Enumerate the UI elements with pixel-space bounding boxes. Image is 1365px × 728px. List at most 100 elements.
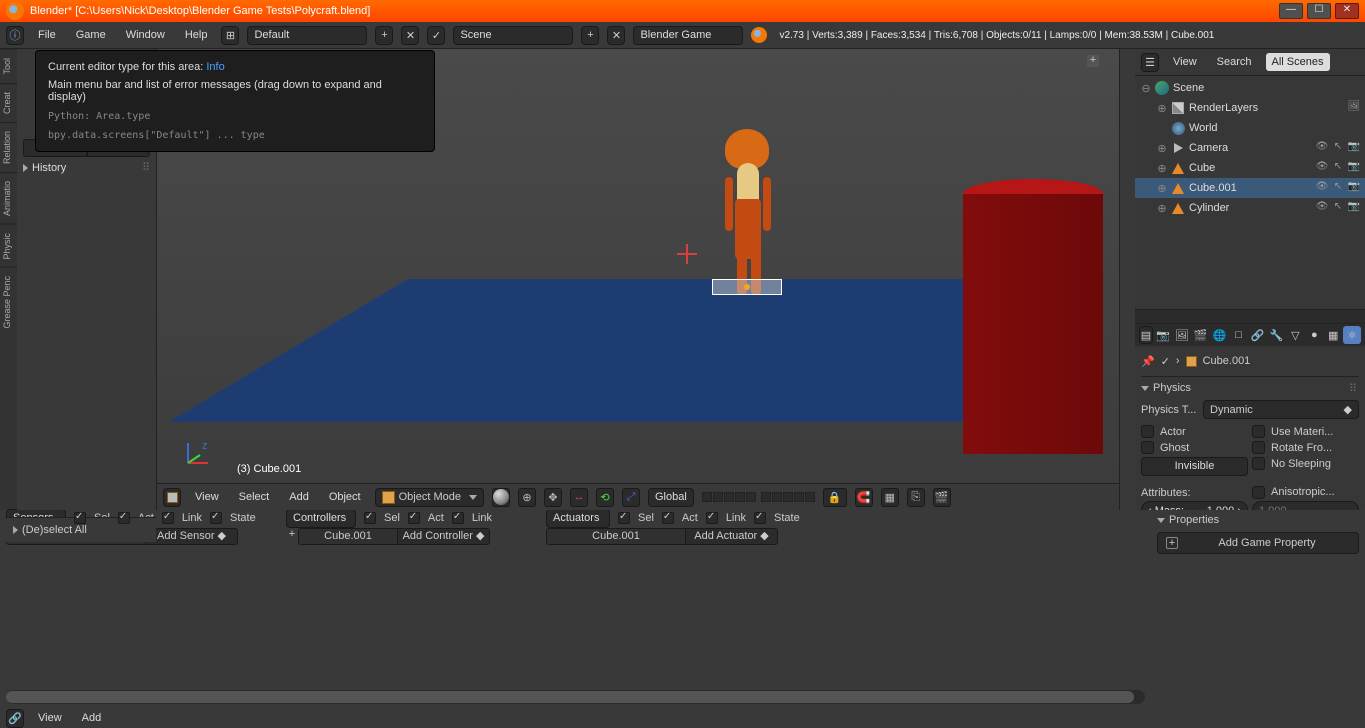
vtab-physics[interactable]: Physic	[0, 224, 17, 268]
view3d-menu-add[interactable]: Add	[283, 489, 315, 505]
delete-scene-button[interactable]: ✕	[607, 26, 625, 45]
ptab-object[interactable]: □	[1230, 326, 1248, 344]
delete-screen-button[interactable]: ✕	[401, 26, 419, 45]
editor-type-info-button[interactable]: ⓘ	[6, 26, 24, 45]
close-button[interactable]: ✕	[1335, 3, 1359, 19]
transform-orientation-dropdown[interactable]: Global	[648, 488, 694, 507]
ptab-texture[interactable]: ▦	[1324, 326, 1342, 344]
view3d-menu-view[interactable]: View	[189, 489, 225, 505]
mode-dropdown[interactable]: Object Mode	[375, 488, 484, 507]
maximize-button[interactable]: ☐	[1307, 3, 1331, 19]
mass-field[interactable]: ‹ Mass:1.000 ›	[1141, 501, 1248, 510]
no-sleeping-checkbox[interactable]	[1252, 457, 1265, 470]
actor-checkbox[interactable]	[1141, 425, 1154, 438]
act-act-check[interactable]	[662, 512, 674, 524]
controller-obj-name[interactable]: Cube.001	[298, 528, 398, 545]
add-controller-button[interactable]: Add Controller ◆	[398, 528, 490, 545]
ctrl-link-check[interactable]	[452, 512, 464, 524]
menu-window[interactable]: Window	[120, 27, 171, 43]
outliner-row-cylinder[interactable]: ⊕Cylinder👁↖📷	[1135, 198, 1365, 218]
view3d-menu-select[interactable]: Select	[233, 489, 276, 505]
scene-icon[interactable]: ✓	[427, 26, 445, 45]
add-game-property-button[interactable]: +Add Game Property	[1157, 532, 1359, 554]
editor-type-properties-button[interactable]: ▤	[1139, 326, 1153, 344]
ptab-layers[interactable]: 🖼	[1173, 326, 1191, 344]
vtab-create[interactable]: Creat	[0, 83, 17, 122]
ptab-scene[interactable]: 🎬	[1192, 326, 1210, 344]
invisible-button[interactable]: Invisible	[1141, 457, 1248, 476]
outliner-display-mode[interactable]: All Scenes	[1266, 53, 1330, 71]
breadcrumb-object[interactable]: Cube.001	[1203, 355, 1251, 367]
add-sensor-button[interactable]: Add Sensor ◆	[146, 528, 238, 545]
mass-2-field[interactable]: 1.000	[1252, 501, 1359, 510]
outliner-row-camera[interactable]: ⊕Camera👁↖📷	[1135, 138, 1365, 158]
rotate-from-checkbox[interactable]	[1252, 441, 1265, 454]
add-scene-button[interactable]: +	[581, 26, 599, 45]
add-actuator-button[interactable]: Add Actuator ◆	[686, 528, 778, 545]
ctrl-sel-check[interactable]	[364, 512, 376, 524]
outliner-row-cube[interactable]: ⊕Cube👁↖📷	[1135, 158, 1365, 178]
vtab-animation[interactable]: Animatio	[0, 172, 17, 224]
logic-scrollbar[interactable]	[6, 690, 1145, 704]
vtab-grease[interactable]: Grease Penc	[0, 267, 17, 337]
outliner-tree[interactable]: ⊖Scene⊕RenderLayers🖼World⊕Camera👁↖📷⊕Cube…	[1135, 76, 1365, 309]
outliner-row-scene[interactable]: ⊖Scene	[1135, 78, 1365, 98]
outliner-row-cube-001[interactable]: ⊕Cube.001👁↖📷	[1135, 178, 1365, 198]
ptab-modifiers[interactable]: 🔧	[1267, 326, 1285, 344]
render-engine-dropdown[interactable]: Blender Game	[633, 26, 743, 45]
physics-type-dropdown[interactable]: Dynamic◆	[1203, 400, 1359, 419]
outliner-scrollbar[interactable]	[1135, 309, 1365, 323]
ptab-material[interactable]: ●	[1305, 326, 1323, 344]
scene-dropdown[interactable]: Scene	[453, 26, 573, 45]
render-border-button[interactable]: ⎘	[907, 488, 925, 507]
vtab-tool[interactable]: Tool	[0, 49, 17, 83]
add-screen-button[interactable]: +	[375, 26, 393, 45]
layer-buttons[interactable]	[702, 492, 815, 502]
sensors-sel-check[interactable]	[74, 512, 86, 524]
game-properties-header[interactable]: Properties	[1157, 514, 1359, 526]
outliner-menu-view[interactable]: View	[1167, 54, 1203, 70]
controllers-dropdown[interactable]: Controllers	[286, 509, 356, 528]
sensors-link-check[interactable]	[162, 512, 174, 524]
ctrl-act-check[interactable]	[408, 512, 420, 524]
sensors-state-check[interactable]	[210, 512, 222, 524]
n-panel-toggle[interactable]: +	[1087, 55, 1099, 67]
translate-manip[interactable]: ↔	[570, 488, 588, 507]
ptab-constraints[interactable]: 🔗	[1249, 326, 1267, 344]
actuator-obj-name[interactable]: Cube.001	[546, 528, 686, 545]
editor-type-outliner-button[interactable]: ☰	[1141, 53, 1159, 72]
menu-game[interactable]: Game	[70, 27, 112, 43]
pivot-dropdown[interactable]: ⊕	[518, 488, 536, 507]
menu-help[interactable]: Help	[179, 27, 214, 43]
timeline-menu-add[interactable]: Add	[76, 710, 108, 726]
lock-camera-toggle[interactable]: 🔒	[823, 488, 847, 507]
view3d-menu-object[interactable]: Object	[323, 489, 367, 505]
sensors-act-check[interactable]	[118, 512, 130, 524]
manipulator-toggle[interactable]: ✥	[544, 488, 562, 507]
shading-dropdown[interactable]	[492, 488, 510, 507]
ptab-physics[interactable]: ⚛	[1343, 326, 1361, 344]
use-material-checkbox[interactable]	[1252, 425, 1265, 438]
clapper-icon[interactable]: 🎬	[933, 488, 951, 507]
snap-element-dropdown[interactable]: ▦	[881, 488, 899, 507]
ghost-checkbox[interactable]	[1141, 441, 1154, 454]
vtab-relations[interactable]: Relation	[0, 122, 17, 172]
outliner-row-world[interactable]: World	[1135, 118, 1365, 138]
minimize-button[interactable]: —	[1279, 3, 1303, 19]
ptab-data[interactable]: ▽	[1286, 326, 1304, 344]
rotate-manip[interactable]: ⟲	[596, 488, 614, 507]
ptab-world[interactable]: 🌐	[1211, 326, 1229, 344]
outliner-menu-search[interactable]: Search	[1211, 54, 1258, 70]
act-sel-check[interactable]	[618, 512, 630, 524]
history-panel-header[interactable]: History⠿	[23, 161, 150, 174]
screen-layout-icon[interactable]: ⊞	[221, 26, 239, 45]
outliner-row-renderlayers[interactable]: ⊕RenderLayers🖼	[1135, 98, 1365, 118]
act-state-check[interactable]	[754, 512, 766, 524]
actuators-dropdown[interactable]: Actuators	[546, 509, 610, 528]
anisotropic-checkbox[interactable]	[1252, 486, 1265, 499]
timeline-menu-view[interactable]: View	[32, 710, 68, 726]
ptab-render[interactable]: 📷	[1154, 326, 1172, 344]
physics-panel-header[interactable]: Physics⠿	[1141, 379, 1359, 397]
scale-manip[interactable]: ⤢	[622, 488, 640, 507]
screen-layout-dropdown[interactable]: Default	[247, 26, 367, 45]
